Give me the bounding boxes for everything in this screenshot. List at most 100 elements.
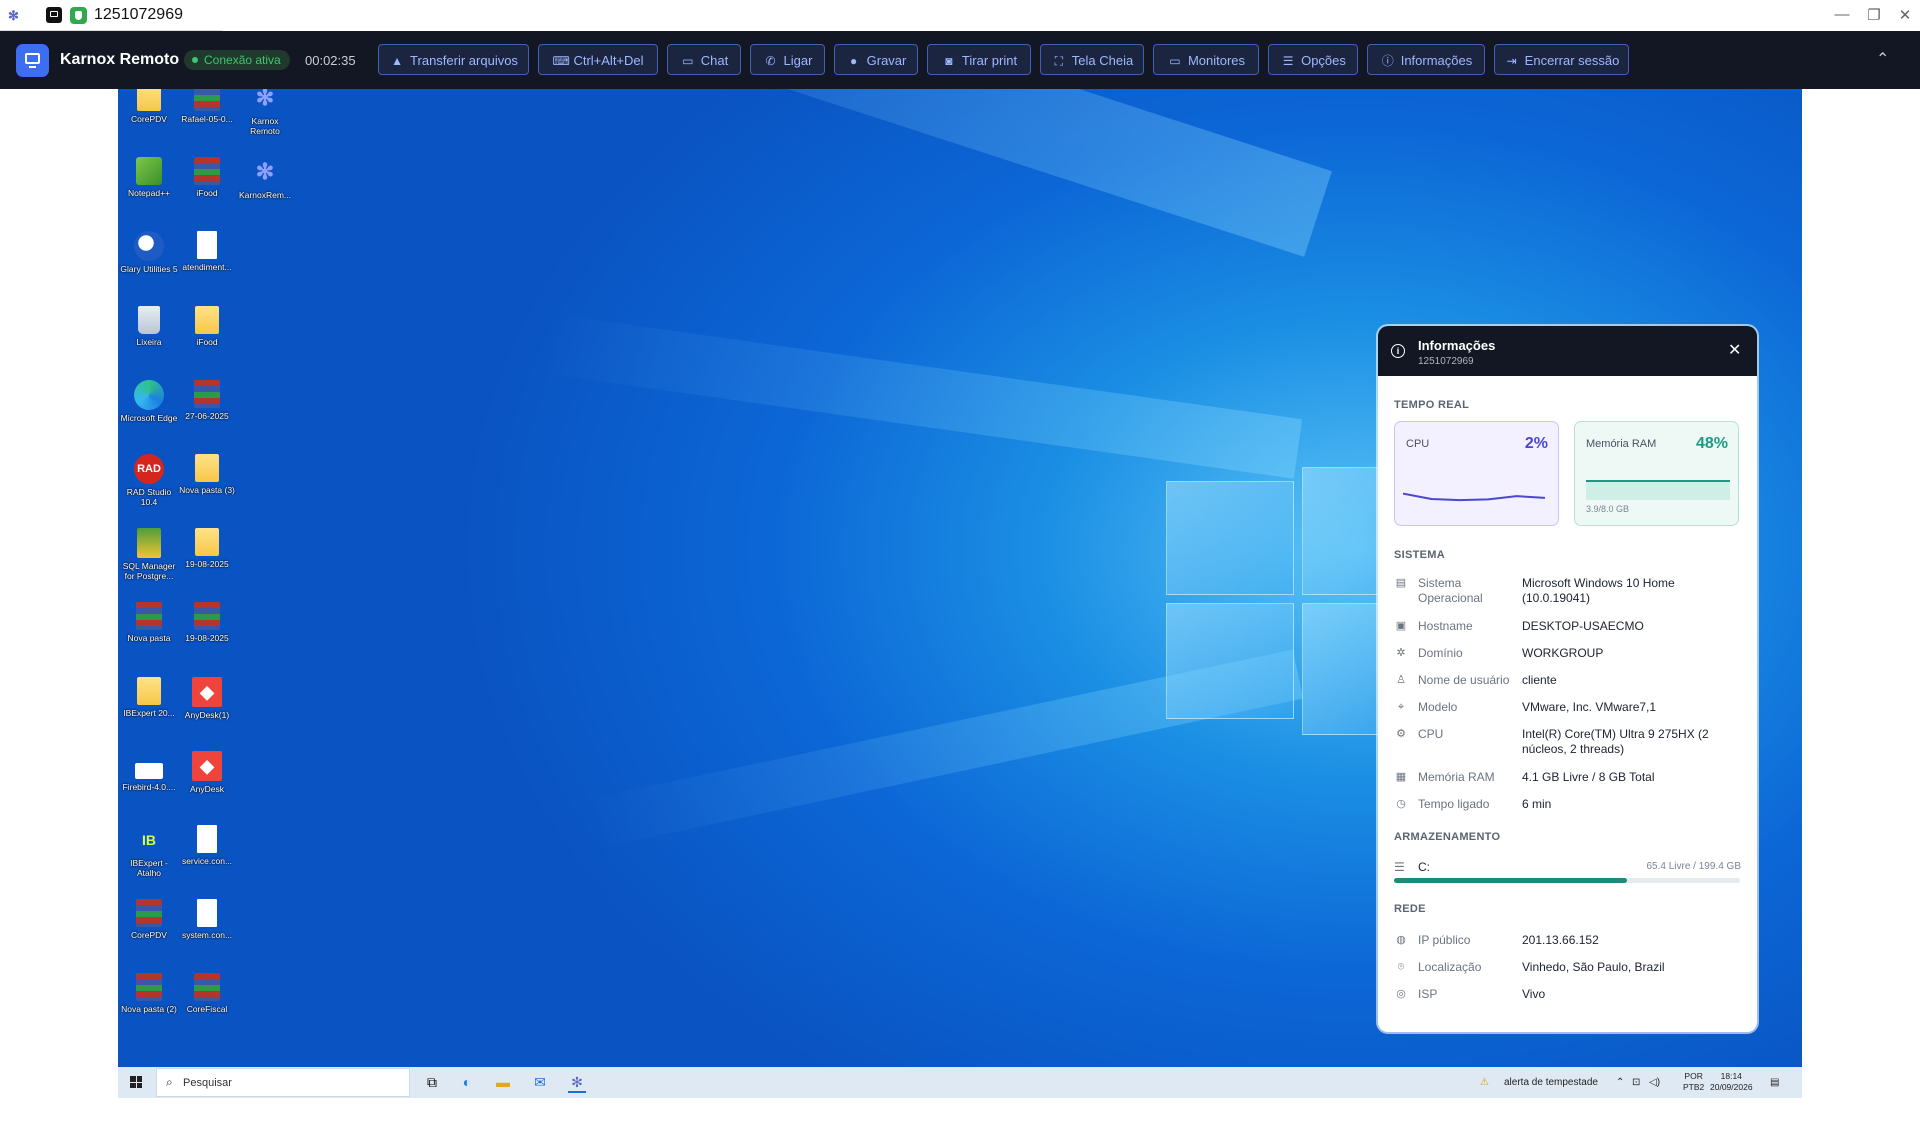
desktop-icon[interactable]: Lixeira <box>120 305 178 347</box>
desktop-icon[interactable]: service.con... <box>178 825 236 866</box>
desktop-icon[interactable]: CoreFiscal <box>178 973 236 1014</box>
fullscreen-button[interactable]: ⛶ Tela Cheia <box>1040 44 1144 75</box>
rad-icon: RAD <box>134 454 164 484</box>
close-window-button[interactable]: ✕ <box>1895 6 1915 24</box>
desktop-icon[interactable]: IB IBExpert - Atalho <box>120 825 178 878</box>
desktop-icon-label: Glary Utilities 5 <box>120 264 178 275</box>
folder-icon <box>195 528 219 557</box>
desktop-icon-label: iFood <box>196 336 218 347</box>
file-explorer-icon[interactable]: ▬ <box>494 1073 512 1091</box>
notifications-icon[interactable]: ▤ <box>1770 1077 1779 1088</box>
weather-alert-text[interactable]: alerta de tempestade <box>1504 1077 1598 1088</box>
camera-icon: ◙ <box>945 54 953 68</box>
desktop-icon-label: 27-06-2025 <box>185 410 229 421</box>
info-icon: ⓘ <box>1381 54 1394 68</box>
minimize-button[interactable]: — <box>1832 6 1852 23</box>
anydesk-icon: ◆ <box>192 750 222 781</box>
desktop-icon[interactable]: Nova pasta (2) <box>120 973 178 1014</box>
desktop-icon[interactable]: 19-08-2025 <box>178 528 236 569</box>
desktop-icon[interactable]: Microsoft Edge <box>120 379 178 423</box>
ctrl-alt-del-button[interactable]: ⌨ Ctrl+Alt+Del <box>538 44 658 75</box>
remote-tab-icon[interactable] <box>46 7 62 23</box>
desktop-icon[interactable]: 19-08-2025 <box>178 602 236 643</box>
desktop-icon[interactable]: CorePDV <box>120 89 178 124</box>
cpu-sparkline <box>1403 492 1546 502</box>
system-clock[interactable]: 18:14 20/09/2026 <box>1710 1071 1753 1093</box>
desktop-icon-label: Microsoft Edge <box>120 412 178 423</box>
desktop-icon[interactable]: ◆ AnyDesk(1) <box>178 676 236 720</box>
edge-taskbar-icon[interactable]: ◐ <box>458 1073 476 1091</box>
desktop-icon-label: Rafael-05-0... <box>181 114 233 124</box>
karnox-taskbar-icon[interactable]: ✻ <box>568 1073 586 1093</box>
archive-icon <box>194 973 220 1002</box>
archive-icon <box>194 379 220 408</box>
cpu-card: CPU 2% <box>1394 421 1559 526</box>
archive-icon <box>194 89 220 111</box>
desktop-icon[interactable]: iFood <box>178 305 236 347</box>
edge-icon <box>134 379 164 410</box>
desktop-icon[interactable]: SQL Manager for Postgre... <box>120 528 178 581</box>
volume-icon[interactable]: ◁) <box>1649 1077 1660 1088</box>
signal-icon: ◎ <box>1396 988 1406 1000</box>
close-icon[interactable]: ✕ <box>1728 340 1741 360</box>
desktop-icon[interactable]: atendiment... <box>178 231 236 272</box>
desktop-icon-label: Nova pasta <box>127 633 171 644</box>
windows-start-icon[interactable] <box>130 1076 142 1088</box>
maximize-button[interactable]: ❐ <box>1864 6 1884 24</box>
desktop-icon-label: IBExpert - Atalho <box>130 858 168 878</box>
desktop-icon[interactable]: Nova pasta (3) <box>178 454 236 495</box>
secure-tab-icon[interactable] <box>70 7 87 24</box>
drive-usage-text: 65.4 Livre / 199.4 GB <box>1646 861 1741 872</box>
desktop-icon[interactable]: ✻ Karnox Remoto <box>236 89 294 136</box>
desktop-icon[interactable]: iFood <box>178 157 236 198</box>
options-button[interactable]: ☰ Opções <box>1268 44 1358 75</box>
desktop-icon[interactable]: ✻ KarnoxRem... <box>236 157 294 200</box>
input-language[interactable]: POR PTB2 <box>1683 1071 1704 1093</box>
desktop-icon-label: service.con... <box>181 856 233 866</box>
bin-icon <box>138 305 160 334</box>
desktop-icon-label: AnyDesk <box>189 783 224 794</box>
desktop-icon[interactable]: RAD RAD Studio 10.4 <box>120 454 178 507</box>
task-view-icon[interactable]: ⧉ <box>423 1073 441 1091</box>
desktop-icon[interactable]: Notepad++ <box>120 157 178 198</box>
pin-icon: ⌾ <box>1397 961 1405 973</box>
network-tray-icon[interactable]: ⊡ <box>1632 1077 1640 1088</box>
screenshot-button[interactable]: ◙ Tirar print <box>927 44 1031 75</box>
desktop-icon[interactable]: IBExpert 20... <box>120 676 178 718</box>
info-panel: i Informações 1251072969 ✕ TEMPO REAL CP… <box>1378 326 1757 1032</box>
desktop-icon-label: SQL Manager for Postgre... <box>122 561 176 582</box>
archive-icon <box>136 973 162 1002</box>
windows-logo-pane <box>1166 603 1294 719</box>
call-button[interactable]: ✆ Ligar <box>750 44 825 75</box>
doc-icon <box>197 899 217 928</box>
desktop-icon[interactable]: 27-06-2025 <box>178 379 236 421</box>
desktop-icon[interactable]: ◆ AnyDesk <box>178 750 236 794</box>
desktop-icon-label: Lixeira <box>136 336 162 347</box>
desktop-icon[interactable]: Nova pasta <box>120 602 178 643</box>
info-button[interactable]: ⓘ Informações <box>1367 44 1485 75</box>
mail-icon[interactable]: ✉ <box>531 1073 549 1091</box>
desktop-icon[interactable]: CorePDV <box>120 899 178 940</box>
desktop-icon[interactable]: system.con... <box>178 899 236 940</box>
windows-logo-pane <box>1166 481 1294 595</box>
archive-icon <box>136 899 162 928</box>
memory-icon: ▦ <box>1395 771 1407 783</box>
record-button[interactable]: ● Gravar <box>834 44 918 75</box>
session-timer: 00:02:35 <box>305 53 356 68</box>
desktop-icon-label: CoreFiscal <box>186 1004 228 1015</box>
monitor-icon: ▭ <box>1169 54 1181 68</box>
chat-button[interactable]: ▭ Chat <box>667 44 741 75</box>
transfer-files-button[interactable]: ▲ Transferir arquivos <box>378 44 529 75</box>
glary-icon <box>134 231 164 262</box>
notepad-icon <box>136 157 162 186</box>
collapse-toolbar-icon[interactable]: ⌃ <box>1876 49 1889 69</box>
show-hidden-icons-icon[interactable]: ⌃ <box>1616 1077 1624 1088</box>
desktop-icon[interactable]: Glary Utilities 5 <box>120 231 178 274</box>
desktop-icon[interactable]: Rafael-05-0... <box>178 89 236 124</box>
taskbar-search-input[interactable]: ⌕ Pesquisar <box>156 1068 410 1097</box>
doc-icon <box>197 825 217 853</box>
storm-alert-icon[interactable]: ⚠ <box>1480 1077 1489 1088</box>
monitors-button[interactable]: ▭ Monitores <box>1153 44 1259 75</box>
desktop-icon[interactable]: Firebird-4.0.... <box>120 751 178 792</box>
end-session-button[interactable]: ⇥ Encerrar sessão <box>1494 44 1629 75</box>
